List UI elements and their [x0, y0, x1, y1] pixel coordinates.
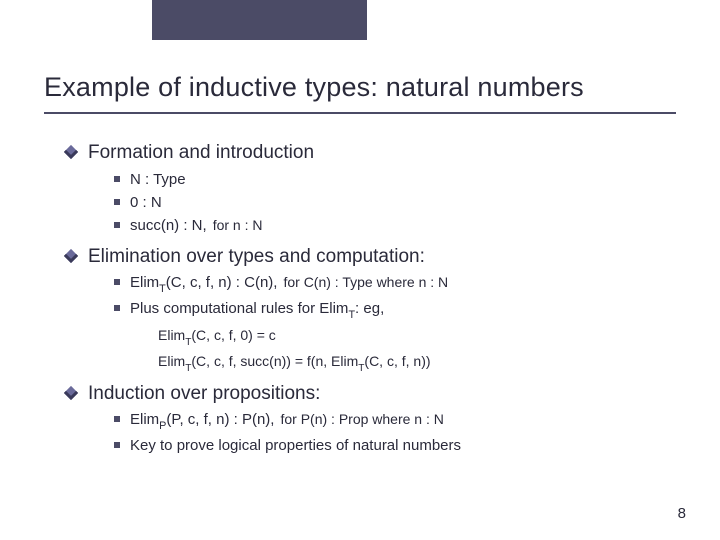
item-main: ElimT(C, c, f, n) : C(n),: [130, 274, 277, 291]
sub-item: ElimT(C, c, f, 0) = c: [158, 325, 666, 349]
item-note: for P(n) : Prop where n : N: [280, 411, 443, 427]
square-bullet-icon: [114, 222, 120, 228]
list-item: ElimT(C, c, f, n) : C(n), for C(n) : Type…: [114, 271, 666, 297]
list-item: Key to prove logical properties of natur…: [114, 434, 666, 457]
square-bullet-icon: [114, 442, 120, 448]
heading-text: Formation and introduction: [88, 142, 314, 163]
diamond-bullet-icon: [64, 386, 78, 400]
heading-text: Elimination over types and computation:: [88, 246, 425, 267]
list-item: ElimP(P, c, f, n) : P(n), for P(n) : Prop…: [114, 408, 666, 434]
page-number: 8: [678, 505, 686, 522]
item-main: N : Type: [130, 171, 186, 188]
sub-item: ElimT(C, c, f, succ(n)) = f(n, ElimT(C, …: [158, 351, 666, 375]
section-heading: Elimination over types and computation:: [66, 244, 666, 270]
title-underline: [44, 112, 676, 114]
slide-content: Formation and introduction N : Type 0 : …: [66, 134, 666, 457]
square-bullet-icon: [114, 279, 120, 285]
item-main: Plus computational rules for ElimT: eg,: [130, 300, 384, 317]
square-bullet-icon: [114, 305, 120, 311]
list-item: N : Type: [114, 168, 666, 191]
item-main: Key to prove logical properties of natur…: [130, 437, 461, 454]
item-note: for n : N: [213, 217, 263, 233]
list-item: Plus computational rules for ElimT: eg,: [114, 297, 666, 323]
item-note: for C(n) : Type where n : N: [283, 274, 448, 290]
item-main: succ(n) : N,: [130, 217, 207, 234]
heading-text: Induction over propositions:: [88, 383, 320, 404]
square-bullet-icon: [114, 416, 120, 422]
section-heading: Formation and introduction: [66, 140, 666, 166]
diamond-bullet-icon: [64, 249, 78, 263]
square-bullet-icon: [114, 199, 120, 205]
square-bullet-icon: [114, 176, 120, 182]
list-item: 0 : N: [114, 191, 666, 214]
item-main: ElimP(P, c, f, n) : P(n),: [130, 411, 274, 428]
section-heading: Induction over propositions:: [66, 381, 666, 407]
item-main: 0 : N: [130, 194, 162, 211]
list-item: succ(n) : N, for n : N: [114, 214, 666, 237]
slide-title: Example of inductive types: natural numb…: [44, 72, 584, 103]
slide: Example of inductive types: natural numb…: [0, 0, 720, 540]
diamond-bullet-icon: [64, 145, 78, 159]
